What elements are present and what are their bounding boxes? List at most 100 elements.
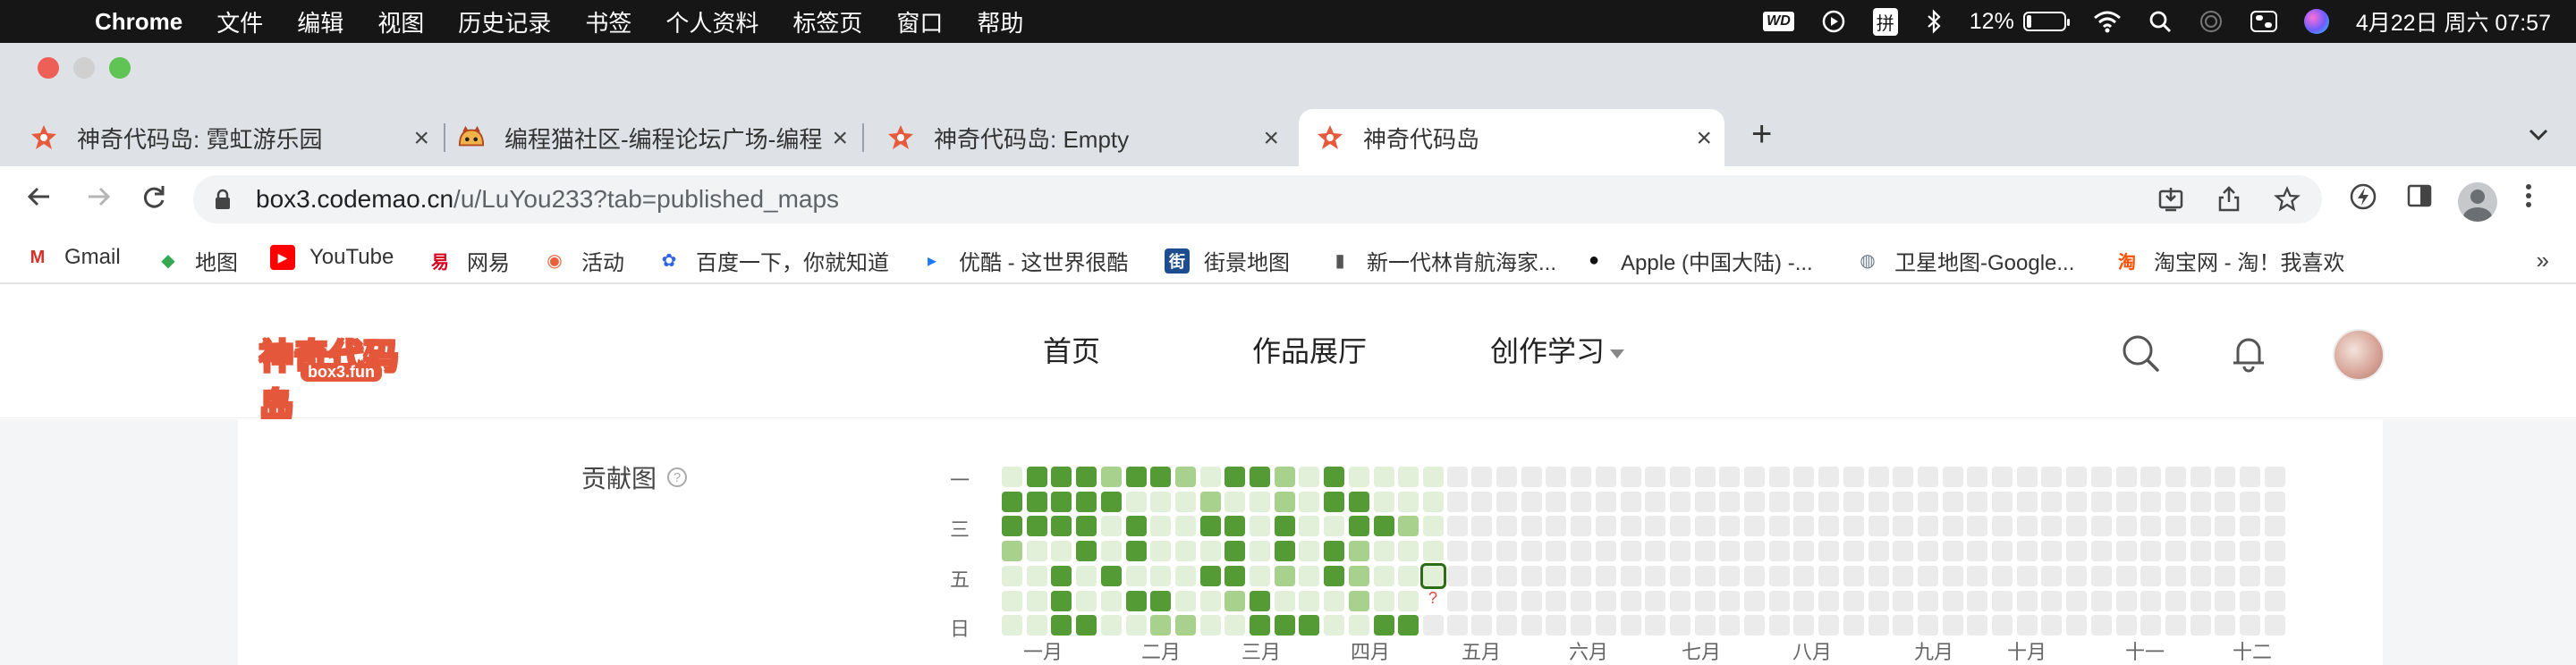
- heatmap-cell[interactable]: [2215, 566, 2235, 586]
- heatmap-cell[interactable]: [1818, 492, 1839, 512]
- heatmap-cell[interactable]: [1843, 467, 1864, 487]
- heatmap-cell[interactable]: [1447, 492, 1468, 512]
- heatmap-cell[interactable]: [1175, 492, 1196, 512]
- heatmap-cell[interactable]: [2041, 615, 2062, 636]
- heatmap-cell[interactable]: [1374, 467, 1394, 487]
- heatmap-cell[interactable]: [1051, 591, 1072, 611]
- heatmap-cell[interactable]: [1670, 566, 1690, 586]
- heatmap-cell[interactable]: [1398, 541, 1419, 561]
- heatmap-cell[interactable]: [1992, 516, 2012, 536]
- heatmap-cell[interactable]: [1471, 492, 1492, 512]
- profile-avatar-icon[interactable]: [2458, 182, 2497, 222]
- heatmap-cell[interactable]: [1546, 467, 1566, 487]
- heatmap-cell[interactable]: [2017, 516, 2038, 536]
- heatmap-cell[interactable]: [1645, 516, 1665, 536]
- heatmap-cell[interactable]: [1471, 541, 1492, 561]
- heatmap-cell[interactable]: [1893, 615, 1913, 636]
- heatmap-cell[interactable]: [2215, 615, 2235, 636]
- siri-icon[interactable]: [2303, 9, 2329, 34]
- heatmap-cell[interactable]: [1818, 516, 1839, 536]
- spotlight-search-icon[interactable]: [2148, 10, 2172, 33]
- heatmap-cell[interactable]: [1374, 541, 1394, 561]
- heatmap-cell[interactable]: [1744, 492, 1765, 512]
- heatmap-cell[interactable]: [2091, 516, 2112, 536]
- heatmap-cell[interactable]: [1126, 591, 1147, 611]
- heatmap-cell[interactable]: [1496, 516, 1517, 536]
- menu-history[interactable]: 历史记录: [458, 5, 551, 38]
- bookmark-star-icon[interactable]: [2274, 186, 2301, 219]
- nav-learn[interactable]: 创作学习: [1490, 329, 1625, 370]
- site-logo[interactable]: 神奇代码岛 box3.fun: [258, 329, 429, 426]
- heatmap-cell[interactable]: [1423, 615, 1444, 636]
- heatmap-cell[interactable]: [1349, 591, 1369, 611]
- heatmap-cell[interactable]: [1695, 467, 1716, 487]
- heatmap-cell[interactable]: [1645, 566, 1665, 586]
- tab-2[interactable]: 编程猫社区-编程论坛广场-编程学 ×: [458, 109, 864, 166]
- heatmap-cell[interactable]: [1374, 566, 1394, 586]
- heatmap-cell[interactable]: [1521, 541, 1542, 561]
- heatmap-cell[interactable]: [1943, 516, 1963, 536]
- heatmap-cell[interactable]: [1224, 566, 1245, 586]
- heatmap-cell[interactable]: [1447, 516, 1468, 536]
- heatmap-cell[interactable]: [1200, 492, 1221, 512]
- heatmap-cell[interactable]: [1101, 467, 1122, 487]
- heatmap-cell[interactable]: [2190, 492, 2211, 512]
- heatmap-cell[interactable]: [1299, 467, 1319, 487]
- heatmap-cell[interactable]: [1398, 516, 1419, 536]
- tab-close-icon[interactable]: ×: [832, 123, 848, 154]
- heatmap-cell[interactable]: [2116, 492, 2137, 512]
- heatmap-cell[interactable]: [1992, 467, 2012, 487]
- back-arrow-icon[interactable]: [21, 179, 57, 215]
- heatmap-cell[interactable]: [1868, 566, 1889, 586]
- heatmap-cell[interactable]: [1967, 492, 1987, 512]
- help-circle-icon[interactable]: ?: [667, 467, 688, 487]
- heatmap-cell[interactable]: [1398, 591, 1419, 611]
- heatmap-cell[interactable]: [2140, 467, 2161, 487]
- heatmap-cell[interactable]: [1349, 516, 1369, 536]
- heatmap-cell[interactable]: [1051, 615, 1072, 636]
- heatmap-cell[interactable]: [1967, 591, 1987, 611]
- heatmap-cell[interactable]: [1150, 615, 1171, 636]
- heatmap-cell[interactable]: [1621, 591, 1641, 611]
- user-avatar[interactable]: [2333, 329, 2385, 381]
- heatmap-cell[interactable]: [1967, 566, 1987, 586]
- heatmap-cell[interactable]: [1250, 492, 1270, 512]
- heatmap-cell[interactable]: [1101, 492, 1122, 512]
- heatmap-cell[interactable]: [2066, 566, 2087, 586]
- heatmap-cell[interactable]: [1398, 566, 1419, 586]
- heatmap-cell[interactable]: [2116, 516, 2137, 536]
- heatmap-cell[interactable]: [1918, 615, 1938, 636]
- heatmap-cell[interactable]: [2116, 541, 2137, 561]
- menu-bookmarks[interactable]: 书签: [585, 5, 631, 38]
- heatmap-cell[interactable]: [1200, 516, 1221, 536]
- heatmap-cell[interactable]: [1224, 492, 1245, 512]
- heatmap-cell[interactable]: [1793, 516, 1814, 536]
- heatmap-cell[interactable]: [1868, 615, 1889, 636]
- heatmap-cell[interactable]: [2091, 566, 2112, 586]
- heatmap-cell[interactable]: [1126, 615, 1147, 636]
- heatmap-cell[interactable]: [1719, 615, 1740, 636]
- window-minimize-button[interactable]: [73, 57, 95, 79]
- heatmap-cell[interactable]: [1447, 566, 1468, 586]
- bookmark-youtube[interactable]: ▶ YouTube: [270, 245, 394, 270]
- heatmap-cell[interactable]: [1769, 591, 1790, 611]
- heatmap-cell[interactable]: [2190, 541, 2211, 561]
- heatmap-cell[interactable]: [1670, 541, 1690, 561]
- heatmap-cell[interactable]: [1571, 591, 1591, 611]
- heatmap-cell[interactable]: [1101, 615, 1122, 636]
- heatmap-cell[interactable]: [1943, 591, 1963, 611]
- heatmap-cell[interactable]: [1596, 516, 1616, 536]
- heatmap-cell[interactable]: [1695, 591, 1716, 611]
- heatmap-cell[interactable]: [1943, 541, 1963, 561]
- bluetooth-icon[interactable]: [1925, 9, 1943, 34]
- heatmap-cell[interactable]: [1447, 615, 1468, 636]
- heatmap-cell[interactable]: [2190, 615, 2211, 636]
- extension-bolt-icon[interactable]: [2349, 182, 2377, 211]
- bookmark-maps[interactable]: ◆ 地图: [156, 245, 238, 276]
- heatmap-cell[interactable]: [1224, 615, 1245, 636]
- heatmap-cell[interactable]: [1126, 516, 1147, 536]
- heatmap-cell[interactable]: [1002, 541, 1022, 561]
- heatmap-cell[interactable]: [1918, 467, 1938, 487]
- heatmap-cell[interactable]: [1423, 541, 1444, 561]
- heatmap-cell[interactable]: [1769, 467, 1790, 487]
